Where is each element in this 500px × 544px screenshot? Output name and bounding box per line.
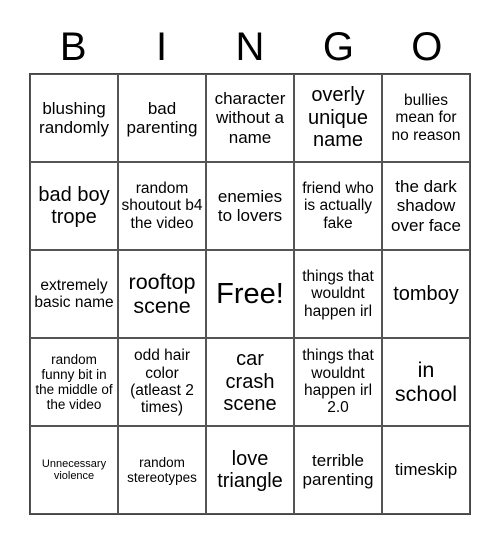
cell-text: character without a name xyxy=(214,89,286,147)
bingo-cell[interactable]: random funny bit in the middle of the vi… xyxy=(30,338,118,426)
cell-text: things that wouldnt happen irl xyxy=(302,267,374,320)
cell-text: odd hair color (atleast 2 times) xyxy=(130,347,194,417)
cell-text: random funny bit in the middle of the vi… xyxy=(35,351,113,413)
bingo-grid: blushing randomly bad parenting characte… xyxy=(29,73,471,515)
bingo-cell[interactable]: friend who is actually fake xyxy=(294,162,382,250)
cell-text: the dark shadow over face xyxy=(391,177,461,235)
cell-text: in school xyxy=(394,357,458,406)
cell-text: Free! xyxy=(216,277,284,310)
cell-text: things that wouldnt happen irl 2.0 xyxy=(302,347,374,417)
cell-text: overly unique name xyxy=(307,84,369,152)
bingo-cell[interactable]: timeskip xyxy=(382,426,470,514)
cell-text: friend who is actually fake xyxy=(302,179,374,232)
cell-text: bad parenting xyxy=(126,98,198,137)
bingo-cell[interactable]: odd hair color (atleast 2 times) xyxy=(118,338,206,426)
cell-text: terrible parenting xyxy=(302,450,374,489)
cell-text: random shoutout b4 the video xyxy=(121,179,203,232)
bingo-cell[interactable]: overly unique name xyxy=(294,74,382,162)
cell-text: Unnecessary violence xyxy=(41,457,107,482)
cell-text: car crash scene xyxy=(223,348,277,416)
bingo-cell[interactable]: rooftop scene xyxy=(118,250,206,338)
cell-text: bad boy trope xyxy=(38,183,110,228)
cell-text: timeskip xyxy=(394,460,458,480)
bingo-cell[interactable]: bad parenting xyxy=(118,74,206,162)
bingo-header: B I N G O xyxy=(29,22,471,72)
header-letter-g: G xyxy=(322,25,354,69)
bingo-cell[interactable]: bullies mean for no reason xyxy=(382,74,470,162)
header-letter-n: N xyxy=(235,25,265,69)
bingo-cell[interactable]: love triangle xyxy=(206,426,294,514)
bingo-cell[interactable]: Unnecessary violence xyxy=(30,426,118,514)
bingo-cell[interactable]: tomboy xyxy=(382,250,470,338)
bingo-cell[interactable]: things that wouldnt happen irl xyxy=(294,250,382,338)
cell-text: bullies mean for no reason xyxy=(391,91,461,144)
cell-text: tomboy xyxy=(393,282,459,305)
bingo-cell[interactable]: terrible parenting xyxy=(294,426,382,514)
bingo-cell[interactable]: character without a name xyxy=(206,74,294,162)
cell-text: enemies to lovers xyxy=(217,186,283,225)
cell-text: rooftop scene xyxy=(128,269,196,318)
header-letter-o: O xyxy=(411,25,443,69)
bingo-cell[interactable]: bad boy trope xyxy=(30,162,118,250)
cell-text: blushing randomly xyxy=(39,98,109,137)
cell-text: random stereotypes xyxy=(127,454,197,485)
bingo-cell[interactable]: the dark shadow over face xyxy=(382,162,470,250)
cell-text: love triangle xyxy=(217,447,283,492)
free-space-cell[interactable]: Free! xyxy=(206,250,294,338)
header-letter-b: B xyxy=(59,25,87,69)
bingo-cell[interactable]: blushing randomly xyxy=(30,74,118,162)
header-letter-i: I xyxy=(156,25,168,69)
bingo-cell[interactable]: extremely basic name xyxy=(30,250,118,338)
bingo-cell[interactable]: in school xyxy=(382,338,470,426)
bingo-cell[interactable]: things that wouldnt happen irl 2.0 xyxy=(294,338,382,426)
cell-text: extremely basic name xyxy=(34,276,114,311)
bingo-cell[interactable]: enemies to lovers xyxy=(206,162,294,250)
bingo-cell[interactable]: random stereotypes xyxy=(118,426,206,514)
bingo-cell[interactable]: random shoutout b4 the video xyxy=(118,162,206,250)
bingo-cell[interactable]: car crash scene xyxy=(206,338,294,426)
